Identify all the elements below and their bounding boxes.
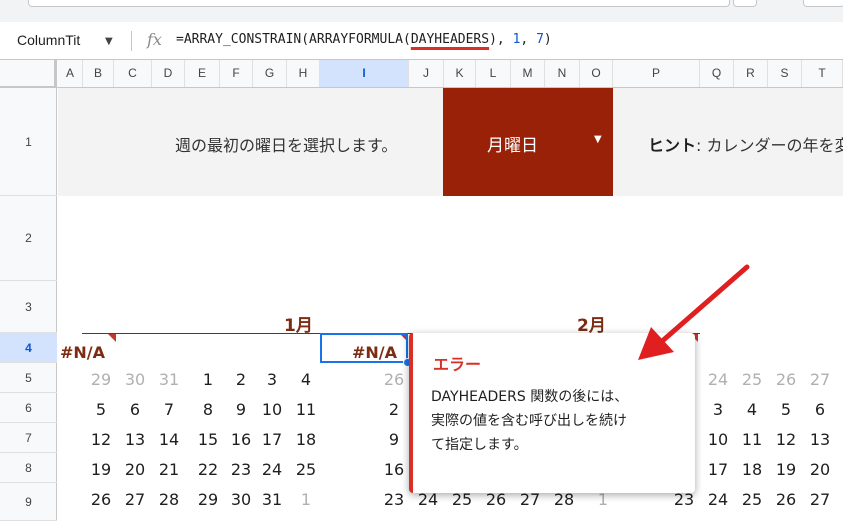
annotation-arrow-icon (638, 264, 750, 360)
